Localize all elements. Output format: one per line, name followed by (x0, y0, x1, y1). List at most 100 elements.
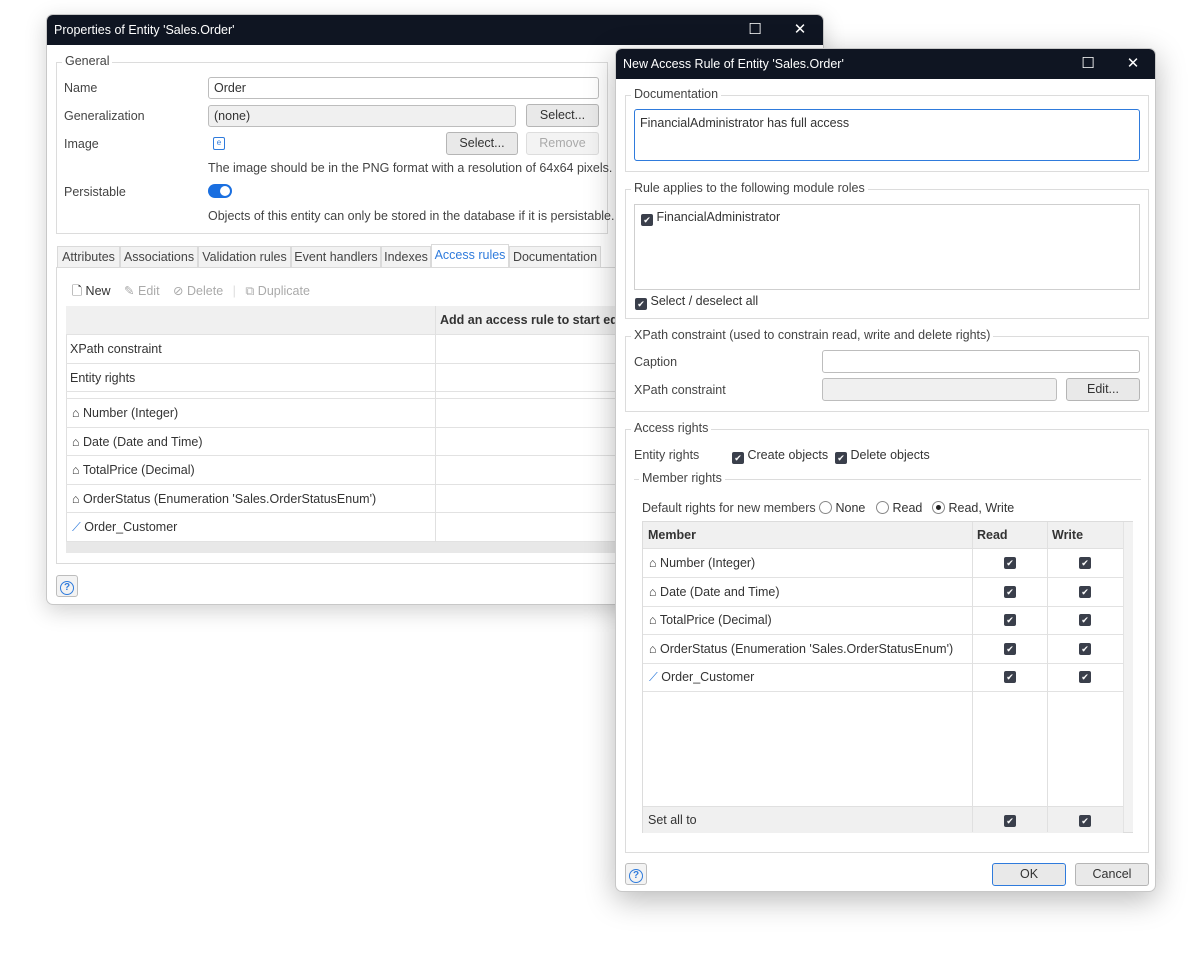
table-header-text: Add an access rule to start editing (440, 313, 645, 327)
write-checkbox[interactable]: ✔ (1079, 557, 1091, 569)
tag-icon: ⌂ (72, 463, 83, 477)
caption-input[interactable] (822, 350, 1140, 373)
close-button[interactable]: ✕ (780, 15, 820, 45)
tag-icon: ⌂ (72, 406, 84, 420)
tag-icon: ⌂ (72, 492, 84, 506)
persistable-toggle[interactable] (208, 184, 232, 198)
image-hint: The image should be in the PNG format wi… (208, 161, 613, 175)
read-checkbox[interactable]: ✔ (1004, 585, 1016, 598)
duplicate-rule-button[interactable]: ⧉ Duplicate (245, 284, 310, 298)
member-row[interactable]: ⌂ OrderStatus (Enumeration 'Sales.OrderS… (643, 635, 1123, 664)
xpath-constraint-input (822, 378, 1057, 401)
checkbox-checked-icon: ✔ (732, 452, 744, 464)
read-checkbox[interactable]: ✔ (1004, 642, 1016, 655)
table-row[interactable]: ⌂ OrderStatus (Enumeration 'Sales.OrderS… (66, 485, 626, 513)
close-button[interactable]: ✕ (1113, 49, 1153, 79)
tag-icon: ⌂ (649, 556, 657, 570)
new-rule-button[interactable]: 🗋 New (72, 284, 111, 298)
entity-rights-label: Entity rights (634, 448, 700, 462)
tab-indexes[interactable]: Indexes (381, 246, 431, 268)
table-row[interactable]: ⌂ TotalPrice (Decimal) (66, 456, 626, 485)
member-name: OrderStatus (Enumeration 'Sales.OrderSta… (660, 641, 954, 656)
set-all-write-checkbox[interactable]: ✔ (1079, 815, 1091, 827)
tab-associations[interactable]: Associations (120, 246, 198, 268)
image-select-button[interactable]: Select... (446, 132, 518, 155)
help-button[interactable]: ? (56, 575, 78, 597)
table-row[interactable]: ⌂ Date (Date and Time) (66, 428, 626, 456)
write-checkbox[interactable]: ✔ (1079, 642, 1091, 655)
radio-read-write[interactable]: Read, Write (932, 501, 1014, 515)
edit-rule-button[interactable]: ✎ Edit (124, 284, 160, 298)
select-all-checkbox[interactable]: ✔ Select / deselect all (635, 294, 758, 310)
table-row[interactable]: ⌂ Number (Integer) (66, 399, 626, 428)
image-remove-button[interactable]: Remove (526, 132, 599, 155)
create-objects-checkbox[interactable]: ✔ Create objects (732, 448, 828, 464)
member-row[interactable]: ⌂ Date (Date and Time) ✔ ✔ (643, 578, 1123, 607)
radio-icon (819, 501, 832, 514)
role-label: FinancialAdministrator (656, 210, 781, 224)
association-icon: ⟋ (649, 670, 658, 685)
column-member: Member (648, 528, 696, 542)
help-icon: ? (60, 581, 74, 595)
role-checkbox[interactable]: ✔ (641, 214, 653, 226)
read-checkbox[interactable]: ✔ (1004, 614, 1016, 627)
documentation-legend: Documentation (631, 87, 722, 101)
documentation-textarea[interactable]: FinancialAdministrator has full access (634, 109, 1140, 161)
column-divider (1047, 522, 1048, 832)
table-row[interactable]: Entity rights (66, 364, 626, 392)
tag-icon: ⌂ (72, 435, 84, 449)
column-write: Write (1052, 528, 1084, 542)
tab-access-rules[interactable]: Access rules (431, 244, 509, 268)
maximize-button[interactable]: ☐ (1068, 49, 1108, 79)
set-all-read-checkbox[interactable]: ✔ (1004, 815, 1016, 827)
column-divider (435, 306, 436, 542)
tab-attributes[interactable]: Attributes (57, 246, 120, 268)
maximize-button[interactable]: ☐ (735, 15, 775, 45)
tab-event-handlers[interactable]: Event handlers (291, 246, 381, 268)
prohibited-icon: ⊘ (173, 284, 184, 298)
help-button[interactable]: ? (625, 863, 647, 885)
access-rights-legend: Access rights (631, 421, 712, 435)
access-rule-dialog: New Access Rule of Entity 'Sales.Order' … (615, 48, 1156, 892)
member-row[interactable]: ⌂ TotalPrice (Decimal) ✔ ✔ (643, 606, 1123, 636)
write-checkbox[interactable]: ✔ (1079, 585, 1091, 598)
xpath-constraint-label: XPath constraint (634, 383, 726, 397)
table-scrollbar[interactable] (1123, 522, 1133, 832)
radio-read[interactable]: Read (876, 501, 922, 515)
table-row[interactable]: XPath constraint (66, 335, 626, 364)
member-row[interactable]: ⟋ Order_Customer ✔ ✔ (643, 663, 1123, 693)
tag-icon: ⌂ (649, 613, 657, 628)
column-read: Read (977, 528, 1008, 542)
member-label: TotalPrice (Decimal) (82, 463, 195, 477)
table-row[interactable]: ⟋ Order_Customer (66, 513, 626, 542)
read-checkbox[interactable]: ✔ (1004, 671, 1016, 684)
generalization-label: Generalization (64, 109, 145, 123)
tab-validation-rules[interactable]: Validation rules (198, 246, 291, 268)
read-checkbox[interactable]: ✔ (1004, 557, 1016, 569)
cancel-button[interactable]: Cancel (1075, 863, 1149, 886)
copy-icon: ⧉ (245, 284, 255, 298)
tab-documentation[interactable]: Documentation (509, 246, 601, 268)
checkbox-checked-icon: ✔ (835, 452, 847, 464)
create-objects-label: Create objects (747, 448, 829, 462)
column-divider (972, 522, 973, 832)
xpath-edit-button[interactable]: Edit... (1066, 378, 1140, 401)
row-label: XPath constraint (70, 342, 162, 356)
ok-button[interactable]: OK (992, 863, 1066, 886)
delete-objects-checkbox[interactable]: ✔ Delete objects (835, 448, 930, 464)
role-item[interactable]: ✔ FinancialAdministrator (641, 210, 780, 226)
name-input[interactable]: Order (208, 77, 599, 99)
table-separator (66, 392, 626, 399)
radio-label: Read, Write (948, 501, 1015, 515)
write-checkbox[interactable]: ✔ (1079, 614, 1091, 627)
table-scrollbar[interactable] (66, 542, 626, 553)
name-label: Name (64, 81, 98, 95)
edit-label: Edit (138, 284, 160, 298)
member-row[interactable]: ⌂ Number (Integer) ✔ ✔ (643, 549, 1123, 578)
write-checkbox[interactable]: ✔ (1079, 671, 1091, 684)
radio-none[interactable]: None (819, 501, 865, 515)
delete-rule-button[interactable]: ⊘ Delete (173, 284, 223, 298)
new-label: New (85, 284, 111, 298)
generalization-select-button[interactable]: Select... (526, 104, 599, 127)
radio-label: Read (892, 501, 923, 515)
